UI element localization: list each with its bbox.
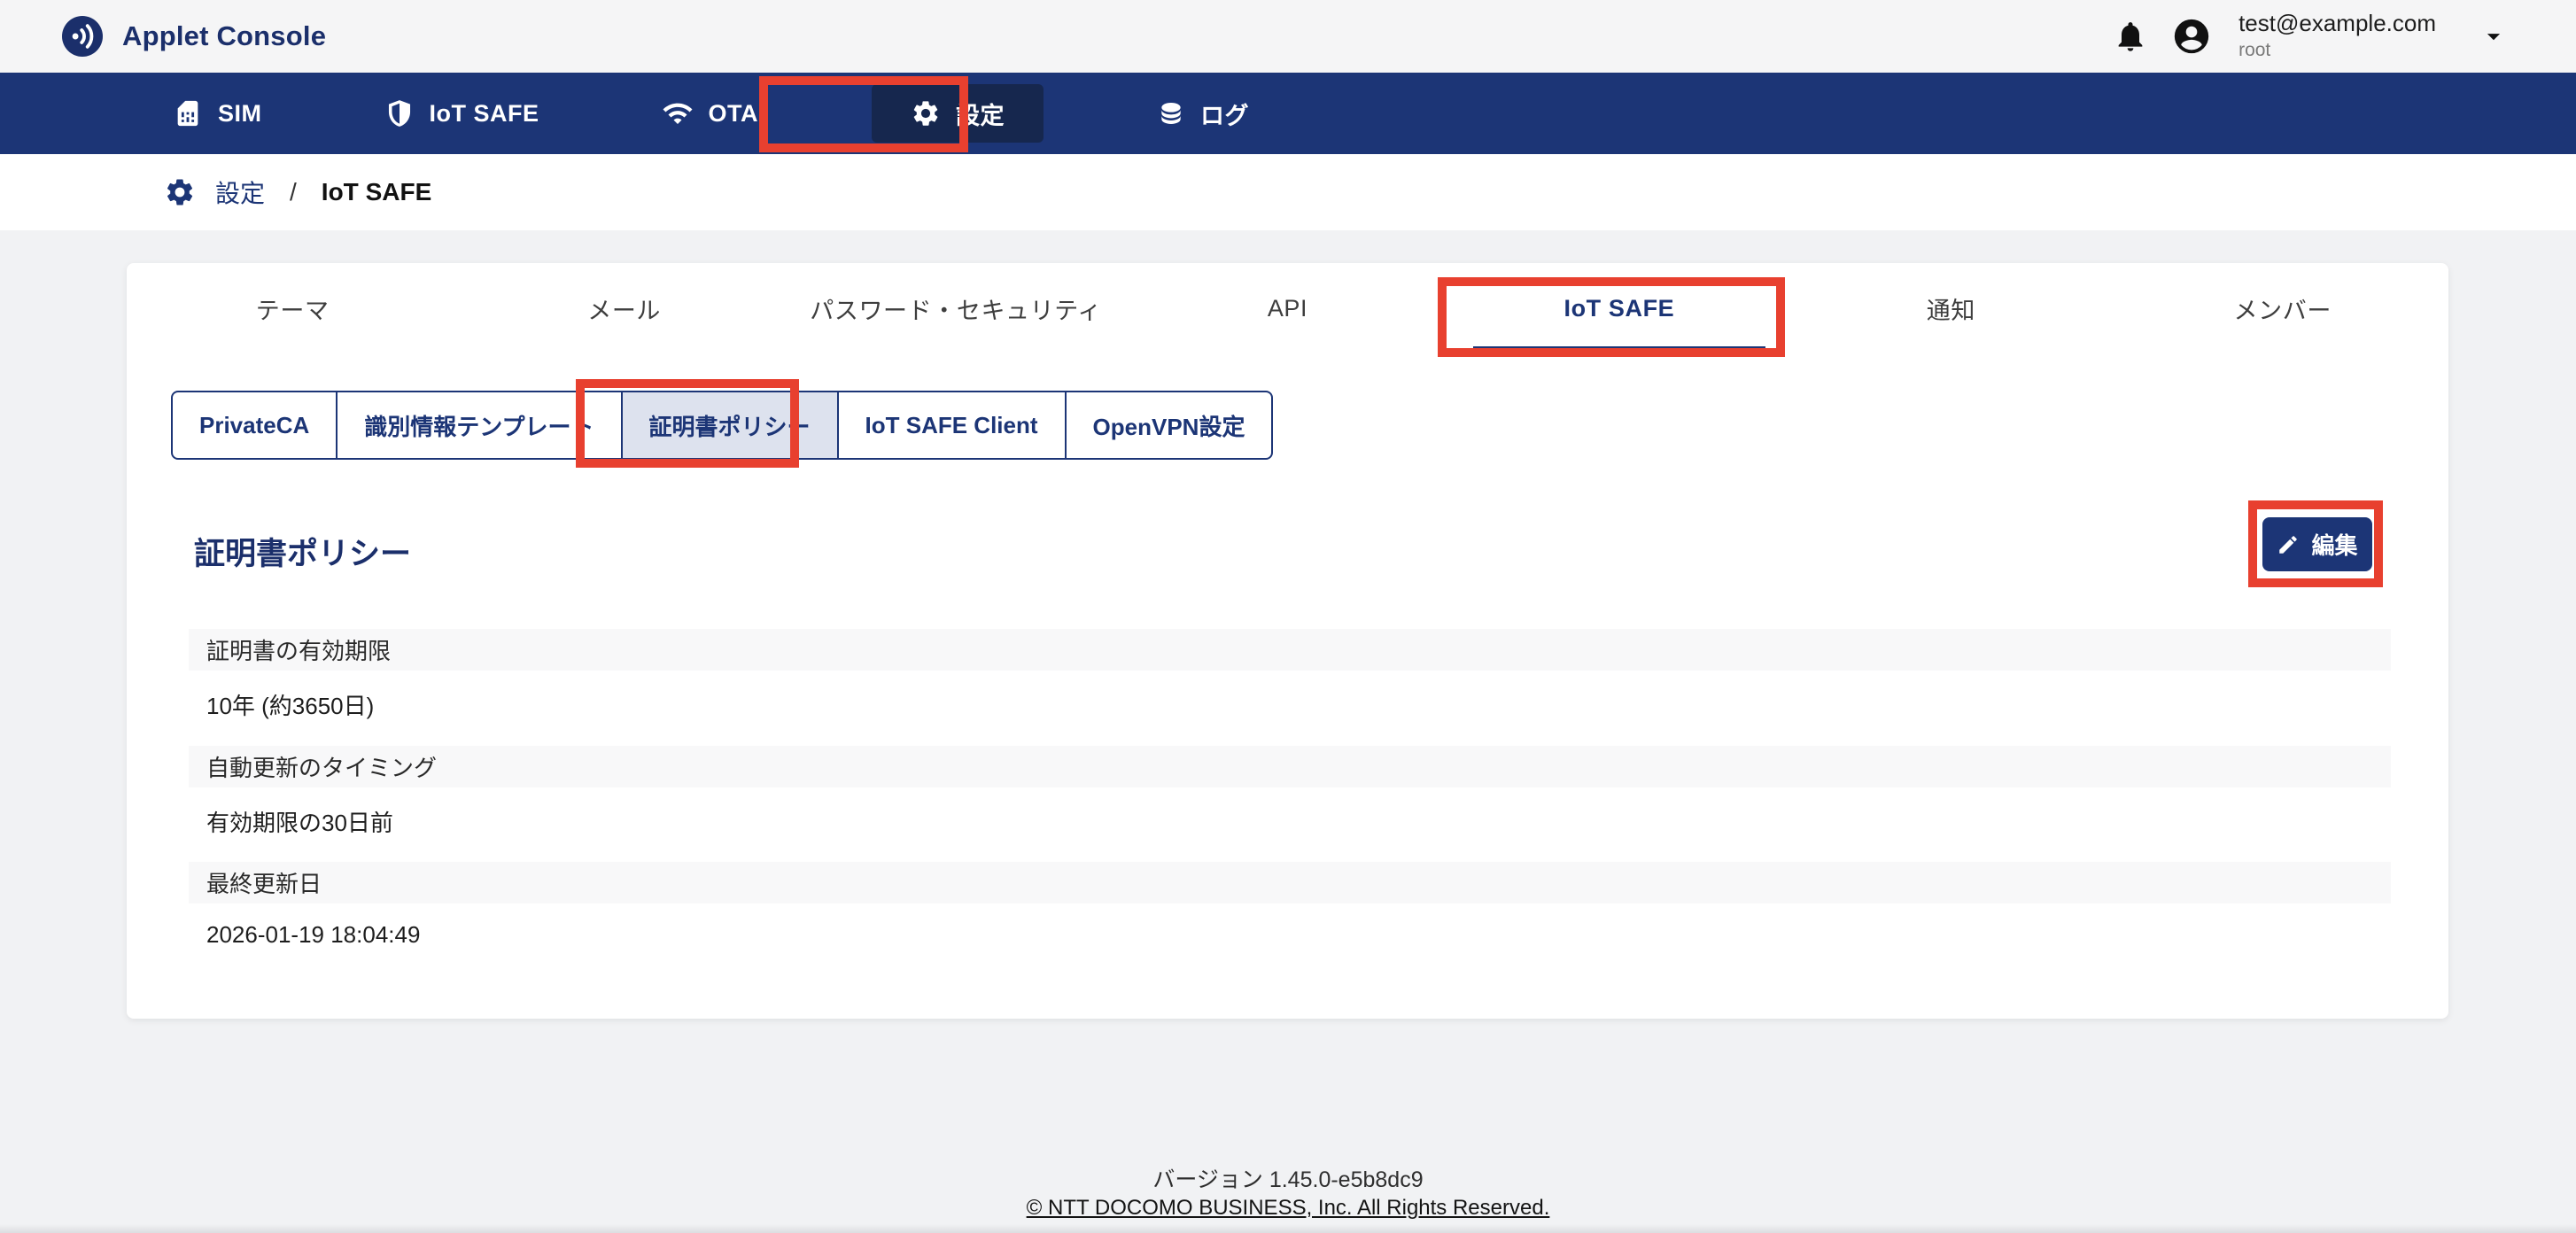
shield-icon [384,98,415,128]
breadcrumb: 設定 / IoT SAFE [0,154,2576,230]
breadcrumb-separator: / [290,178,297,206]
field-label: 自動更新のタイミング [189,746,2391,787]
logs-icon [1157,99,1185,128]
page-title: 証明書ポリシー [194,529,411,574]
topbar-right: test@example.com root [2113,0,2509,73]
tab-password-security[interactable]: パスワード・セキュリティ [790,263,1121,353]
app-logo[interactable]: Applet Console [62,16,326,57]
nav-item-label: SIM [218,100,262,128]
nav-item-iot-safe[interactable]: IoT SAFE [376,84,548,143]
nav-item-settings[interactable]: 設定 [872,84,1044,143]
gear-icon [164,176,196,208]
nav-item-label: ログ [1200,97,1249,131]
field-value: 有効期限の30日前 [189,787,2391,838]
field-auto-renew-timing: 自動更新のタイミング 有効期限の30日前 [189,746,2391,838]
sim-card-icon [173,98,203,128]
subtab-private-ca[interactable]: PrivateCA [171,391,338,460]
field-value: 2026-01-19 18:04:49 [189,903,2391,949]
subtab-cert-policy[interactable]: 証明書ポリシー [621,391,839,460]
field-last-updated: 最終更新日 2026-01-19 18:04:49 [189,862,2391,949]
top-app-bar: Applet Console test@example.com root [0,0,2576,73]
nav-item-label: 設定 [956,97,1005,131]
user-email: test@example.com [2238,11,2436,37]
logo-signal-icon [62,16,103,57]
nav-item-logs[interactable]: ログ [1148,84,1258,143]
nav-item-ota[interactable]: OTA [653,84,768,143]
tab-mail[interactable]: メール [458,263,789,353]
wifi-icon [662,97,694,129]
breadcrumb-page: IoT SAFE [322,178,431,206]
account-circle-icon[interactable] [2171,16,2212,57]
subtab-iot-safe-client[interactable]: IoT SAFE Client [837,391,1067,460]
tab-members[interactable]: メンバー [2117,263,2448,353]
main-nav: SIM IoT SAFE OTA 設定 ログ [0,73,2576,154]
subtab-identity-template[interactable]: 識別情報テンプレート [336,391,622,460]
version-text: バージョン 1.45.0-e5b8dc9 [0,1162,2576,1194]
tab-api[interactable]: API [1121,263,1453,353]
breadcrumb-section[interactable]: 設定 [215,174,265,210]
nav-item-label: OTA [709,100,759,128]
settings-tabs: テーマ メール パスワード・セキュリティ API IoT SAFE 通知 メンバ… [127,263,2448,353]
edit-button-label: 編集 [2311,528,2357,561]
gear-icon [911,98,941,128]
bottom-edge [0,1224,2576,1233]
user-role: root [2238,40,2436,61]
settings-card: テーマ メール パスワード・セキュリティ API IoT SAFE 通知 メンバ… [127,263,2448,1019]
field-label: 証明書の有効期限 [189,629,2391,671]
tab-iot-safe[interactable]: IoT SAFE [1454,263,1785,353]
subtab-openvpn[interactable]: OpenVPN設定 [1065,391,1274,460]
caret-down-icon[interactable] [2479,21,2509,51]
app-title: Applet Console [122,20,326,52]
nav-item-label: IoT SAFE [430,100,539,128]
edit-button[interactable]: 編集 [2262,517,2372,571]
user-menu[interactable]: test@example.com root [2238,11,2436,61]
field-label: 最終更新日 [189,862,2391,903]
active-tab-indicator [1473,346,1765,352]
field-cert-validity: 証明書の有効期限 10年 (約3650日) [189,629,2391,721]
nav-item-sim[interactable]: SIM [164,84,271,143]
tab-theme[interactable]: テーマ [127,263,458,353]
pencil-icon [2277,533,2300,556]
copyright-link-wrap: © NTT DOCOMO BUSINESS, Inc. All Rights R… [0,1196,2576,1221]
tab-notification[interactable]: 通知 [1785,263,2116,353]
copyright-link[interactable]: © NTT DOCOMO BUSINESS, Inc. All Rights R… [1027,1196,1550,1220]
iot-safe-subtabs: PrivateCA 識別情報テンプレート 証明書ポリシー IoT SAFE Cl… [171,391,1273,460]
field-value: 10年 (約3650日) [189,671,2391,721]
bell-icon[interactable] [2113,19,2148,54]
